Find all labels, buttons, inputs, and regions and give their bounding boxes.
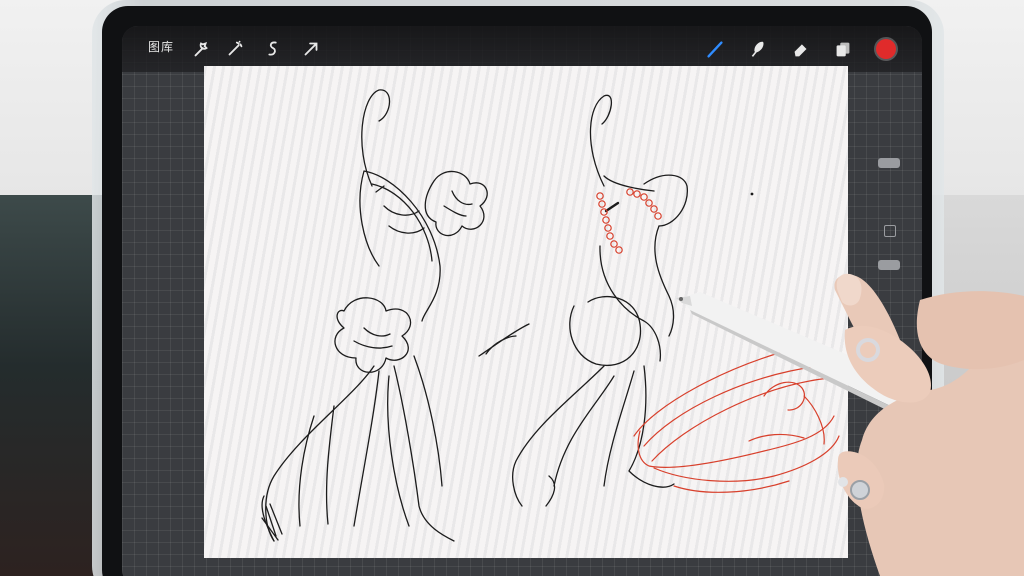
right-sketch-head — [603, 174, 688, 227]
left-sketch-robe — [265, 355, 455, 542]
red-tail-sketch — [633, 344, 840, 493]
right-sketch-hook — [589, 94, 612, 187]
tablet-screen: 图库 — [122, 26, 922, 576]
adjustments-icon[interactable] — [222, 36, 248, 62]
left-sketch-flower-mid — [334, 297, 412, 373]
transform-icon[interactable] — [298, 36, 324, 62]
smudge-icon[interactable] — [744, 36, 770, 62]
right-sketch-tail — [512, 365, 675, 507]
eraser-icon[interactable] — [788, 36, 814, 62]
right-sketch-bubble — [569, 295, 642, 366]
stray-stroke — [478, 323, 530, 357]
selection-icon[interactable] — [260, 36, 286, 62]
sketch-artwork — [261, 89, 840, 542]
brush-size-slider-handle[interactable] — [878, 158, 900, 168]
gallery-button[interactable]: 图库 — [148, 38, 174, 55]
brush-icon[interactable] — [702, 36, 728, 62]
wrench-icon[interactable] — [188, 36, 214, 62]
drawing-canvas[interactable] — [204, 66, 848, 558]
color-picker-swatch[interactable] — [876, 39, 896, 59]
layers-icon[interactable] — [830, 36, 856, 62]
red-bead-chain — [596, 188, 662, 254]
modify-button[interactable] — [884, 225, 896, 237]
left-sketch-flower-top — [424, 170, 488, 237]
ink-dot — [750, 192, 754, 196]
photo-scene: 图库 — [0, 0, 1024, 576]
opacity-slider-handle[interactable] — [878, 260, 900, 270]
